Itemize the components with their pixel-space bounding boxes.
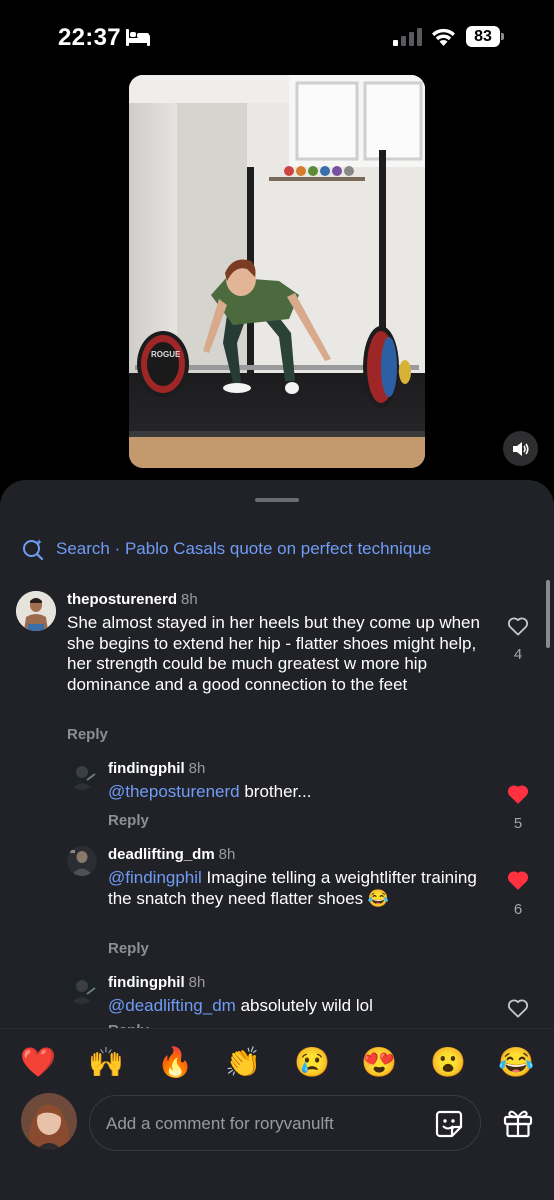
like-count: 4 (513, 646, 523, 663)
battery-level: 83 (466, 26, 500, 47)
heart-icon (507, 617, 529, 636)
signal-icon (393, 28, 422, 46)
heart-filled-icon (507, 871, 529, 890)
comment-username[interactable]: findingphil (108, 974, 185, 991)
comment-time: 8h (181, 591, 198, 608)
comment-body: brother... (239, 782, 312, 801)
volume-button[interactable] (503, 431, 538, 466)
comment-findingphil-2: findingphil 8h @deadlifting_dm absolutely… (0, 964, 554, 1030)
comment-findingphil: findingphil 8h @theposturenerd brother...… (0, 750, 554, 836)
mention-link[interactable]: @theposturenerd (108, 782, 240, 801)
drag-handle[interactable] (255, 498, 299, 502)
volume-icon (512, 441, 529, 456)
reaction-laughing[interactable]: 😂 (496, 1041, 536, 1085)
like-count: 6 (513, 901, 523, 918)
comment-header: deadlifting_dm 8h (108, 846, 235, 863)
like-button[interactable] (506, 784, 530, 809)
comment-header: theposturenerd 8h (67, 591, 198, 608)
mention-link[interactable]: @deadlifting_dm (108, 996, 236, 1015)
avatar-image (67, 974, 97, 1004)
comment-deadlifting-dm: deadlifting_dm 8h @findingphil Imagine te… (0, 836, 554, 964)
reaction-heart[interactable]: ❤️ (18, 1041, 58, 1085)
comment-list: theposturenerd 8h She almost stayed in he… (0, 580, 554, 1030)
battery-indicator: 83 (466, 26, 504, 47)
comment-text: @findingphil Imagine telling a weightlif… (108, 868, 480, 909)
comment-input[interactable]: Add a comment for roryvanulft (89, 1095, 481, 1151)
reaction-crying[interactable]: 😢 (292, 1041, 332, 1085)
my-avatar[interactable] (21, 1093, 77, 1149)
my-avatar-image (21, 1093, 77, 1149)
heart-icon (507, 999, 529, 1018)
like-count: 5 (513, 815, 523, 832)
comment-header: findingphil 8h (108, 760, 205, 777)
reply-button[interactable]: Reply (108, 940, 149, 957)
video-frame: ROGUE (129, 75, 425, 468)
wifi-icon (432, 28, 455, 46)
reaction-fire[interactable]: 🔥 (155, 1041, 195, 1085)
comment-theposturenerd: theposturenerd 8h She almost stayed in he… (0, 580, 554, 750)
comment-placeholder: Add a comment for roryvanulft (106, 1114, 334, 1133)
comment-username[interactable]: deadlifting_dm (108, 846, 215, 863)
reaction-bar: ❤️ 🙌 🔥 👏 😢 😍 😮 😂 (0, 1041, 554, 1085)
heart-filled-icon (507, 785, 529, 804)
battery-cap (501, 33, 504, 40)
comment-text: @theposturenerd brother... (108, 782, 488, 803)
mention-link[interactable]: @findingphil (108, 868, 202, 887)
gift-icon[interactable] (502, 1107, 534, 1139)
like-button[interactable] (506, 998, 530, 1023)
comment-time: 8h (188, 760, 206, 777)
comment-time: 8h (188, 974, 206, 991)
comment-username[interactable]: theposturenerd (67, 591, 177, 608)
reaction-surprised[interactable]: 😮 (428, 1041, 468, 1085)
reply-button[interactable]: Reply (67, 726, 108, 743)
comment-time: 8h (218, 846, 236, 863)
comment-text: @deadlifting_dm absolutely wild lol (108, 996, 488, 1017)
avatar[interactable] (67, 846, 97, 876)
reply-button[interactable]: Reply (108, 812, 149, 829)
search-suggestion[interactable]: Search · Pablo Casals quote on perfect t… (22, 538, 431, 560)
scrollbar[interactable] (546, 580, 550, 648)
comment-header: findingphil 8h (108, 974, 205, 991)
search-suggestion-text: Search · Pablo Casals quote on perfect t… (56, 539, 432, 558)
status-time: 22:37 (58, 24, 121, 51)
reaction-clap[interactable]: 👏 (223, 1041, 263, 1085)
comment-body: absolutely wild lol (235, 996, 373, 1015)
avatar[interactable] (67, 974, 97, 1004)
reaction-heart-eyes[interactable]: 😍 (359, 1041, 399, 1085)
reaction-raised-hands[interactable]: 🙌 (86, 1041, 126, 1085)
like-button[interactable] (506, 616, 530, 641)
video-player[interactable]: ROGUE (129, 75, 425, 468)
plate-text: ROGUE (151, 350, 181, 359)
avatar[interactable] (67, 760, 97, 790)
sticker-icon[interactable] (434, 1109, 464, 1139)
search-icon (23, 539, 44, 560)
avatar[interactable] (16, 591, 56, 631)
status-bar: 22:37 83 (0, 0, 554, 72)
bed-icon (126, 29, 150, 46)
comment-text: She almost stayed in her heels but they … (67, 613, 480, 694)
avatar-image (67, 760, 97, 790)
comments-sheet: Search · Pablo Casals quote on perfect t… (0, 480, 554, 1200)
avatar-image (16, 591, 56, 631)
comment-composer: ❤️ 🙌 🔥 👏 😢 😍 😮 😂 Add a comment for roryv… (0, 1028, 554, 1200)
comment-username[interactable]: findingphil (108, 760, 185, 777)
like-button[interactable] (506, 870, 530, 895)
avatar-image (67, 846, 97, 876)
